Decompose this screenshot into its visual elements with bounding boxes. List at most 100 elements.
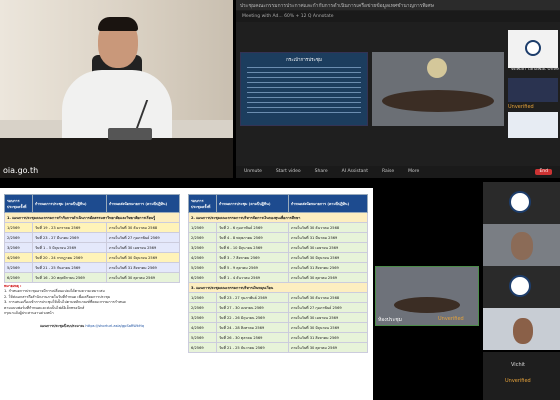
col-header: รอบการประชุมครั้งที่ bbox=[4, 194, 33, 213]
participant-name: Wiwan Tanawat Unverified bbox=[511, 67, 559, 72]
table-cell: วันที่ 2 - 6 กุมภาพันธ์ 2569 bbox=[216, 222, 289, 233]
window-title-bar: ประชุมคณะกรรมการประกาศและกำกับการดำเนินก… bbox=[236, 0, 560, 10]
table-cell: 6/2569 bbox=[4, 272, 33, 283]
table-cell: ภายในวันที่ 30 มิถุนายน 2569 bbox=[288, 322, 368, 333]
table-cell: ภายในวันที่ 30 มิถุนายน 2569 bbox=[288, 252, 368, 263]
table-cell: วันที่ 16 - 20 พฤศจิกายน 2569 bbox=[32, 272, 107, 283]
emblem-icon bbox=[427, 58, 447, 78]
unmute-button[interactable]: Unmute bbox=[244, 169, 262, 175]
section-title: 3. แผนการประชุมคณะกรรมการบริหารเงินหมุนเ… bbox=[188, 282, 368, 293]
table-cell: 2/2569 bbox=[188, 232, 217, 243]
col-header: กำหนดการประชุม (ตามปีปฏิทิน) bbox=[32, 194, 107, 213]
table-row: 1/2569 วันที่ 2 - 6 กุมภาพันธ์ 2569 ภายในว… bbox=[188, 222, 368, 233]
participant-column: Vichit Unverified bbox=[483, 182, 560, 400]
footer-label: แผนการประชุมปีงบประมาณ bbox=[40, 324, 85, 329]
table-cell: ภายในวันที่ 30 ตุลาคม 2569 bbox=[288, 272, 368, 283]
table-cell: วันที่ 4 - 8 พฤษภาคม 2569 bbox=[216, 232, 289, 243]
table-row: 5/2569 วันที่ 21 - 25 กันยายน 2569 ภายในวั… bbox=[4, 262, 180, 273]
table-cell: 5/2569 bbox=[4, 262, 33, 273]
col-header: กำหนดการประชุม (ตามปีปฏิทิน) bbox=[216, 194, 289, 213]
table-cell: วันที่ 5 - 9 ตุลาคม 2569 bbox=[216, 262, 289, 273]
table-row: 2/2569 วันที่ 4 - 8 พฤษภาคม 2569 ภายในวันท… bbox=[188, 232, 368, 243]
section-title: 2. แผนการประชุมคณะกรรมการบริหารจัดการเงิ… bbox=[188, 212, 368, 223]
col-header: กำหนดส่งนัดหมายการ (ตามปีปฏิทิน) bbox=[288, 194, 368, 213]
table-cell: 4/2569 bbox=[4, 252, 33, 263]
meeting-room-video[interactable] bbox=[372, 52, 504, 126]
table-cell: ภายในวันที่ 30 เมษายน 2569 bbox=[106, 242, 180, 253]
participant-tile[interactable] bbox=[483, 266, 560, 308]
col-header: รอบการประชุมครั้งที่ bbox=[188, 194, 217, 213]
more-button[interactable]: More bbox=[408, 169, 419, 175]
participant-tile[interactable]: Vichit Unverified bbox=[483, 352, 560, 400]
end-button[interactable]: End bbox=[535, 169, 552, 175]
zoom-window: ประชุมคณะกรรมการประกาศและกำกับการดำเนินก… bbox=[236, 0, 560, 178]
table-cell: 4/2569 bbox=[188, 252, 217, 263]
table-row: 4/2569 วันที่ 3 - 7 สิงหาคม 2569 ภายในวันท… bbox=[188, 252, 368, 263]
table-cell: 6/2569 bbox=[188, 272, 217, 283]
table-cell: วันที่ 1 - 4 ธันวาคม 2569 bbox=[216, 272, 289, 283]
table-cell: วันที่ 19 - 23 มกราคม 2569 bbox=[32, 222, 107, 233]
participant-tile[interactable] bbox=[483, 308, 560, 350]
participant-tile[interactable] bbox=[483, 224, 560, 266]
table-row: 3/2569 วันที่ 1 - 5 มิถุนายน 2569 ภายในวัน… bbox=[4, 242, 180, 253]
table-cell: วันที่ 20 - 24 กรกฎาคม 2569 bbox=[32, 252, 107, 263]
table-cell: วันที่ 23 - 27 กุมภาพันธ์ 2569 bbox=[216, 292, 289, 303]
table-cell: 2/2569 bbox=[188, 302, 217, 313]
section-row: 3. แผนการประชุมคณะกรรมการบริหารเงินหมุนเ… bbox=[188, 282, 368, 293]
table-cell: 5/2569 bbox=[188, 332, 217, 343]
share-button[interactable]: Share bbox=[315, 169, 328, 175]
participant-tile[interactable] bbox=[508, 112, 558, 138]
table-cell: ภายในวันที่ 30 เมษายน 2569 bbox=[288, 242, 368, 253]
meeting-toolbar[interactable]: Meeting with Ad... 60% + 12 Q Annotate bbox=[236, 11, 560, 22]
section-row: 1. แผนการประชุมคณะกรรมการกำกับการดำเนินก… bbox=[4, 212, 180, 223]
table-row: 6/2569 วันที่ 1 - 4 ธันวาคม 2569 ภายในวันท… bbox=[188, 272, 368, 283]
table-row: 5/2569 วันที่ 5 - 9 ตุลาคม 2569 ภายในวันที… bbox=[188, 262, 368, 273]
table-cell: วันที่ 3 - 7 สิงหาคม 2569 bbox=[216, 252, 289, 263]
table-row: 5/2569 วันที่ 26 - 30 ตุลาคม 2569 ภายในวัน… bbox=[188, 332, 368, 343]
ai-assistant-button[interactable]: AI Assistant bbox=[342, 169, 368, 175]
participant-face bbox=[513, 318, 533, 344]
table-cell: ภายในวันที่ 27 กุมภาพันธ์ 2569 bbox=[106, 232, 180, 243]
participant-tile[interactable] bbox=[508, 30, 558, 68]
table-cell: 6/2569 bbox=[188, 342, 217, 353]
tile-name: ห้องประชุม bbox=[378, 317, 402, 323]
table-cell: ภายในวันที่ 31 สิงหาคม 2569 bbox=[288, 262, 368, 273]
note-line: กรุณาแจ้งผู้ประสานงานล่วงหน้า bbox=[4, 311, 54, 316]
table-cell: 3/2569 bbox=[188, 312, 217, 323]
table-row: 4/2569 วันที่ 20 - 24 กรกฎาคม 2569 ภายในวั… bbox=[4, 252, 180, 263]
emblem-icon bbox=[509, 191, 531, 213]
table-cell: วันที่ 23 - 27 มีนาคม 2569 bbox=[32, 232, 107, 243]
start-video-button[interactable]: Start video bbox=[276, 169, 301, 175]
watermark-tag: oia.go.th bbox=[3, 166, 39, 175]
shared-slide: กระเป๋าการประชุม bbox=[240, 52, 368, 126]
table-row: 3/2569 วันที่ 22 - 26 มิถุนายน 2569 ภายในว… bbox=[188, 312, 368, 323]
table-cell: วันที่ 21 - 25 กันยายน 2569 bbox=[32, 262, 107, 273]
footer-link[interactable]: https://shorturl.asia/gpSaRWkHq bbox=[85, 324, 144, 328]
participant-name: Vichit bbox=[511, 362, 525, 368]
table-cell: วันที่ 1 - 5 มิถุนายน 2569 bbox=[32, 242, 107, 253]
table-cell: 1/2569 bbox=[188, 222, 217, 233]
emblem-icon bbox=[509, 275, 531, 297]
table-cell: ภายในวันที่ 30 ธันวาคม 2568 bbox=[288, 292, 368, 303]
col-header: กำหนดส่งนัดหมายการ (ตามปีปฏิทิน) bbox=[106, 194, 180, 213]
unverified-badge: Unverified bbox=[508, 104, 534, 110]
table-cell: ภายในวันที่ 27 กุมภาพันธ์ 2569 bbox=[288, 302, 368, 313]
table-row: 1/2569 วันที่ 19 - 23 มกราคม 2569 ภายในวัน… bbox=[4, 222, 180, 233]
unverified-badge: Unverified bbox=[505, 378, 531, 384]
table-cell: วันที่ 22 - 26 มิถุนายน 2569 bbox=[216, 312, 289, 323]
table-cell: 3/2569 bbox=[188, 242, 217, 253]
participant-tile[interactable] bbox=[483, 182, 560, 224]
table-cell: 4/2569 bbox=[188, 322, 217, 333]
table-cell: ภายในวันที่ 30 ตุลาคม 2569 bbox=[106, 272, 180, 283]
table-cell: ภายในวันที่ 31 สิงหาคม 2569 bbox=[288, 332, 368, 343]
table-cell: 5/2569 bbox=[188, 262, 217, 273]
raise-hand-button[interactable]: Raise bbox=[382, 169, 394, 175]
table-row: 3/2569 วันที่ 6 - 10 มิถุนายน 2569 ภายในวั… bbox=[188, 242, 368, 253]
table-cell: 3/2569 bbox=[4, 242, 33, 253]
table-row: 2/2569 วันที่ 23 - 27 มีนาคม 2569 ภายในวัน… bbox=[4, 232, 180, 243]
notes-block: หมายเหตุ : 1. กำหนดการประชุมอาจมีการเปลี… bbox=[4, 284, 180, 330]
participant-tile[interactable] bbox=[508, 78, 558, 102]
schedule-table-1: รอบการประชุมครั้งที่ กำหนดการประชุม (ตาม… bbox=[4, 194, 180, 283]
speaker-hair bbox=[98, 17, 138, 31]
schedule-document: รอบการประชุมครั้งที่ กำหนดการประชุม (ตาม… bbox=[0, 188, 373, 400]
